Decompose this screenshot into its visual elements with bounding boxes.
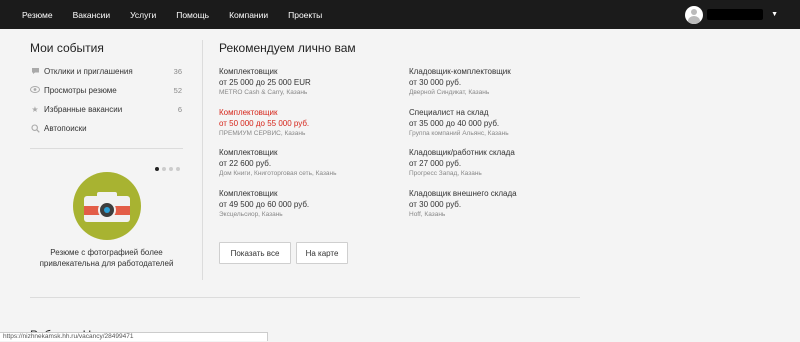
job-card[interactable]: Кладовщик-комплектовщик от 30 000 руб. Д…: [409, 66, 589, 107]
job-title[interactable]: Кладовщик внешнего склада: [409, 188, 589, 199]
carousel-dot[interactable]: [162, 167, 166, 171]
my-events-title: Мои события: [30, 41, 104, 55]
job-salary: от 30 000 руб.: [409, 78, 462, 87]
job-salary: от 50 000 до 55 000 руб.: [219, 118, 310, 128]
job-card[interactable]: Специалист на склад от 35 000 до 40 000 …: [409, 107, 589, 148]
job-salary: от 25 000 до 25 000 EUR: [219, 78, 311, 87]
avatar[interactable]: [685, 5, 704, 24]
carousel-dots: [155, 167, 183, 171]
nav-vacancies[interactable]: Вакансии: [73, 10, 110, 20]
chat-icon: [30, 67, 40, 77]
job-title[interactable]: Кладовщик/работник склада: [409, 147, 589, 158]
star-icon: ★: [31, 105, 39, 114]
eye-icon: [30, 86, 40, 95]
main-nav: Резюме Вакансии Услуги Помощь Компании П…: [22, 0, 342, 29]
username-redacted[interactable]: [707, 9, 764, 20]
event-responses[interactable]: Отклики и приглашения 36: [30, 66, 182, 85]
top-navbar: Резюме Вакансии Услуги Помощь Компании П…: [0, 0, 800, 29]
job-company: Эксцельсиор, Казань: [219, 210, 283, 218]
job-title[interactable]: Кладовщик-комплектовщик: [409, 66, 589, 77]
search-icon: [30, 124, 40, 135]
carousel-dot[interactable]: [155, 167, 159, 171]
job-company: METRO Cash & Carry, Казань: [219, 89, 308, 96]
nav-help[interactable]: Помощь: [176, 10, 209, 20]
carousel-dot[interactable]: [169, 167, 173, 171]
camera-icon: [84, 192, 130, 222]
column-divider: [202, 40, 203, 280]
job-title[interactable]: Комплектовщик: [219, 107, 399, 118]
chevron-down-icon[interactable]: ▼: [771, 11, 778, 18]
carousel-dot[interactable]: [176, 167, 180, 171]
recommend-title: Рекомендуем лично вам: [219, 41, 356, 55]
event-favorites[interactable]: ★ Избранные вакансии 6: [30, 104, 182, 123]
job-company: ПРЕМИУМ СЕРВИС, Казань: [219, 129, 306, 137]
nav-services[interactable]: Услуги: [130, 10, 156, 20]
job-salary: от 27 000 руб.: [409, 159, 462, 168]
event-label[interactable]: Избранные вакансии: [44, 105, 122, 114]
nav-resume[interactable]: Резюме: [22, 10, 53, 20]
recommend-column-left: Комплектовщик от 25 000 до 25 000 EUR ME…: [219, 66, 399, 228]
promo-text[interactable]: Резюме с фотографией более привлекательн…: [30, 247, 183, 269]
my-events-list: Отклики и приглашения 36 Просмотры резюм…: [30, 66, 182, 142]
event-count: 52: [173, 86, 182, 95]
job-card[interactable]: Комплектовщик от 49 500 до 60 000 руб. Э…: [219, 188, 399, 229]
event-count: 6: [177, 105, 182, 114]
job-company: Дом Книги, Книготорговая сеть, Казань: [219, 170, 337, 177]
job-company: Прогресс Запад, Казань: [409, 170, 482, 177]
recommend-column-right: Кладовщик-комплектовщик от 30 000 руб. Д…: [409, 66, 589, 228]
job-company: Hoff, Казань: [409, 210, 446, 218]
divider: [30, 148, 183, 149]
job-salary: от 22 600 руб.: [219, 159, 272, 168]
job-card[interactable]: Комплектовщик от 50 000 до 55 000 руб. П…: [219, 107, 399, 148]
event-views[interactable]: Просмотры резюме 52: [30, 85, 182, 104]
job-salary: от 49 500 до 60 000 руб.: [219, 199, 310, 209]
on-map-button[interactable]: На карте: [296, 242, 348, 264]
job-title[interactable]: Комплектовщик: [219, 66, 399, 77]
job-company: Группа компаний Альянс, Казань: [409, 129, 509, 137]
job-salary: от 30 000 руб.: [409, 199, 462, 209]
divider: [30, 297, 580, 298]
job-card[interactable]: Комплектовщик от 25 000 до 25 000 EUR ME…: [219, 66, 399, 107]
event-autosearch[interactable]: Автопоиски: [30, 123, 182, 142]
job-card[interactable]: Кладовщик/работник склада от 27 000 руб.…: [409, 147, 589, 188]
event-label[interactable]: Отклики и приглашения: [44, 67, 133, 76]
event-count: 36: [173, 67, 182, 76]
status-bar-url: https://nizhnekamsk.hh.ru/vacancy/284994…: [0, 332, 268, 341]
job-salary: от 35 000 до 40 000 руб.: [409, 118, 500, 128]
event-label[interactable]: Просмотры резюме: [44, 86, 117, 95]
job-title[interactable]: Специалист на склад: [409, 107, 589, 118]
job-title[interactable]: Комплектовщик: [219, 147, 399, 158]
job-card[interactable]: Кладовщик внешнего склада от 30 000 руб.…: [409, 188, 589, 229]
event-label[interactable]: Автопоиски: [44, 124, 87, 133]
job-card[interactable]: Комплектовщик от 22 600 руб. Дом Книги, …: [219, 147, 399, 188]
show-all-button[interactable]: Показать все: [219, 242, 291, 264]
job-company: Дверной Синдикат, Казань: [409, 89, 490, 96]
user-menu[interactable]: ▼: [685, 5, 778, 24]
job-title[interactable]: Комплектовщик: [219, 188, 399, 199]
nav-projects[interactable]: Проекты: [288, 10, 322, 20]
nav-companies[interactable]: Компании: [229, 10, 268, 20]
